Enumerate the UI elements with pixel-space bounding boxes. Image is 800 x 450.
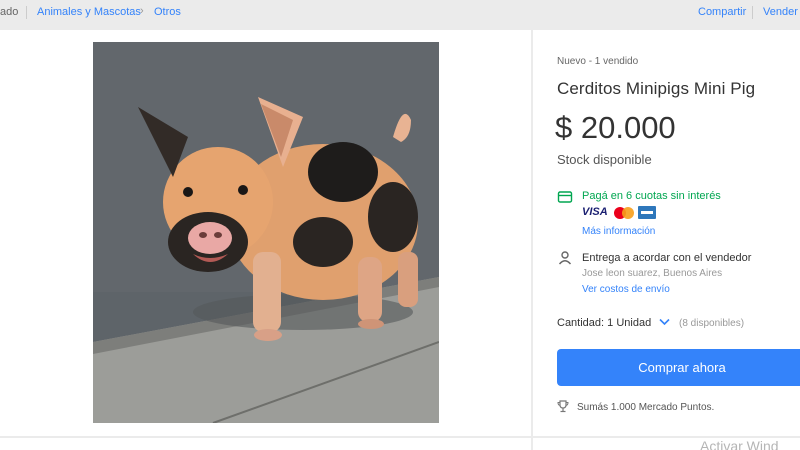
breadcrumb-divider <box>26 6 27 19</box>
product-photo[interactable] <box>93 42 439 423</box>
visa-icon: VISA <box>582 206 608 218</box>
stock-status: Stock disponible <box>557 152 652 167</box>
mastercard-icon <box>614 206 634 219</box>
buy-now-button[interactable]: Comprar ahora <box>557 349 800 386</box>
breadcrumb-cut-item[interactable]: ado <box>0 6 18 18</box>
more-info-link[interactable]: Más información <box>582 226 655 237</box>
trophy-icon <box>557 400 569 413</box>
condition-label: Nuevo <box>557 56 586 67</box>
shipping-costs-link[interactable]: Ver costos de envío <box>582 284 670 295</box>
pig-illustration <box>93 42 439 423</box>
credit-card-icon <box>557 191 573 203</box>
condition-line: Nuevo - 1 vendido <box>557 56 638 67</box>
quantity-value[interactable]: 1 Unidad <box>607 317 651 329</box>
amex-icon <box>638 206 656 219</box>
mercado-points: Sumás 1.000 Mercado Puntos. <box>577 402 715 413</box>
chevron-down-icon[interactable] <box>659 318 670 326</box>
purchase-panel: Nuevo - 1 vendido Cerditos Minipigs Mini… <box>533 30 800 436</box>
installments-text: Pagá en 6 cuotas sin interés <box>582 190 721 202</box>
breadcrumb-item-otros[interactable]: Otros <box>154 6 181 18</box>
available-count: (8 disponibles) <box>679 318 745 329</box>
quantity-selector[interactable]: Cantidad: 1 Unidad <box>557 317 651 329</box>
top-bar: ado Animales y Mascotas › Otros Comparti… <box>0 0 800 28</box>
gallery-panel <box>0 30 531 436</box>
share-link[interactable]: Compartir <box>698 6 746 18</box>
chevron-right-icon: › <box>140 5 144 17</box>
seller-location: Jose leon suarez, Buenos Aires <box>582 268 723 279</box>
product-price: $ 20.000 <box>555 110 676 145</box>
delivery-text: Entrega a acordar con el vendedor <box>582 252 752 264</box>
lower-panel-left <box>0 438 531 450</box>
header-divider <box>752 6 753 19</box>
sold-count: 1 vendido <box>594 56 639 67</box>
quantity-label: Cantidad: <box>557 317 605 329</box>
person-icon <box>558 251 572 265</box>
breadcrumb-item-animales[interactable]: Animales y Mascotas <box>37 6 141 18</box>
windows-activation-watermark: Activar Wind <box>700 438 779 450</box>
product-title: Cerditos Minipigs Mini Pig <box>557 79 756 98</box>
sell-link[interactable]: Vender <box>763 6 798 18</box>
